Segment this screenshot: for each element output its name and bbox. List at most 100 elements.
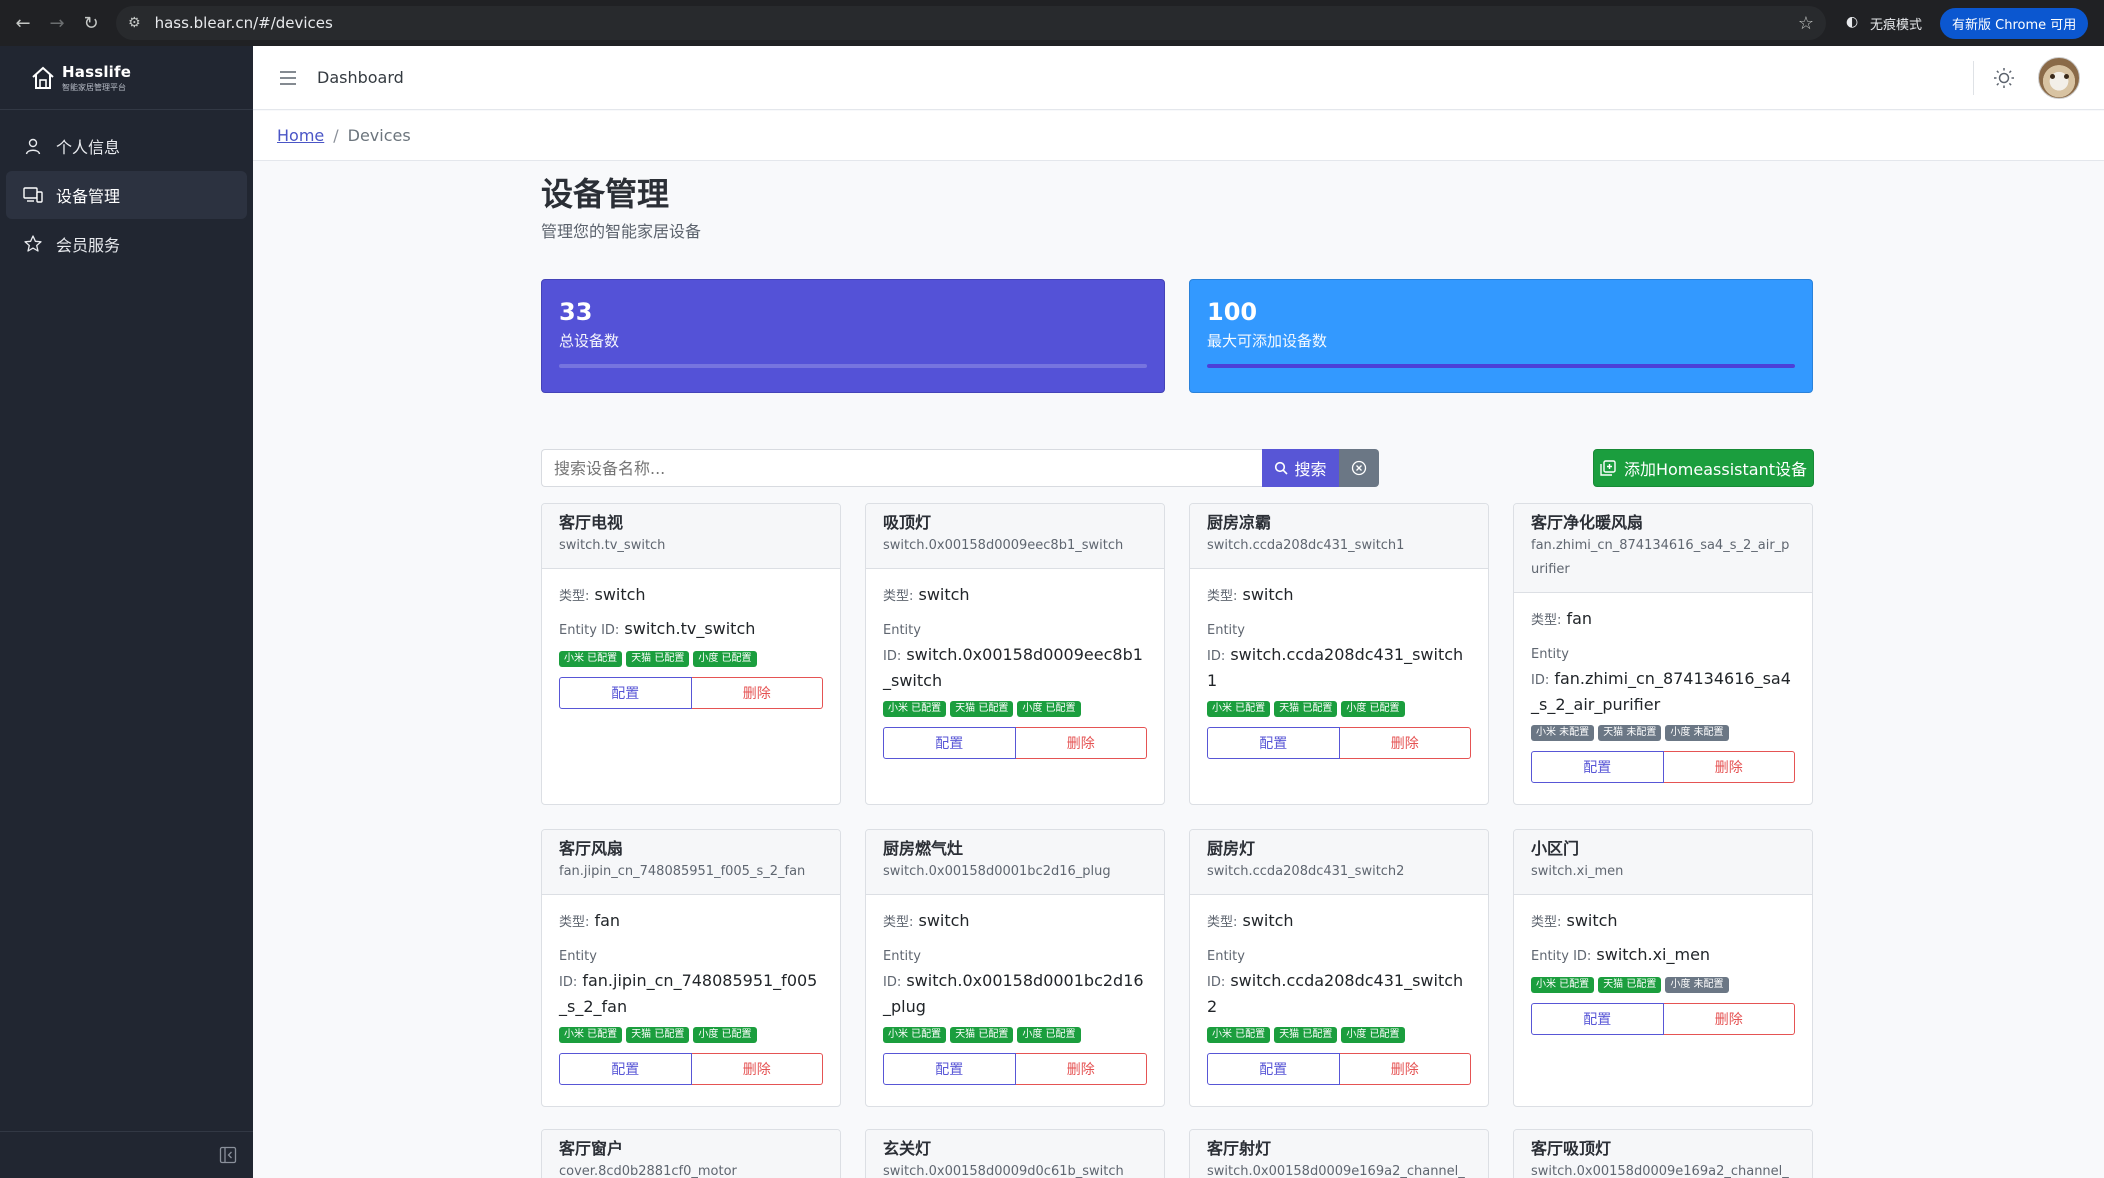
delete-button[interactable]: 删除 [1663, 1003, 1795, 1035]
device-card: 客厅窗户 cover.8cd0b2881cf0_motor [541, 1129, 841, 1178]
type-label: 类型: [559, 915, 590, 930]
site-info-icon[interactable]: ⚙ [128, 15, 141, 31]
configure-button[interactable]: 配置 [1531, 751, 1664, 783]
device-actions: 配置 删除 [1207, 727, 1471, 759]
platform-status-badge: 天猫 已配置 [626, 1027, 690, 1043]
type-label: 类型: [559, 589, 590, 604]
clear-search-button[interactable] [1339, 449, 1379, 487]
sidebar: Hasslife 智能家居管理平台 个人信息 设备管理 会员服务 [0, 46, 253, 1178]
total-devices-label: 总设备数 [559, 332, 620, 350]
entity-id-label: Entity ID: [559, 623, 620, 638]
device-card-body: 类型: switch Entity ID: switch.xi_men 小米 已配置… [1514, 895, 1812, 1035]
device-card: 客厅射灯 switch.0x00158d0009e169a2_channel_1 [1189, 1129, 1489, 1178]
platform-status-badge: 天猫 已配置 [626, 651, 690, 667]
chrome-update-button[interactable]: 有新版 Chrome 可用 [1940, 7, 2089, 39]
sidebar-item-membership[interactable]: 会员服务 [6, 220, 247, 268]
configure-button[interactable]: 配置 [883, 727, 1016, 759]
max-devices-label: 最大可添加设备数 [1207, 332, 1328, 350]
delete-button[interactable]: 删除 [1015, 727, 1147, 759]
device-card-body: 类型: switch Entity ID: switch.ccda208dc431_… [1190, 569, 1488, 759]
delete-button[interactable]: 删除 [1339, 1053, 1471, 1085]
type-label: 类型: [1531, 613, 1562, 628]
configure-button[interactable]: 配置 [559, 1053, 692, 1085]
device-entity-id: switch.0x00158d0009e169a2_channel_1 [1207, 1164, 1465, 1178]
add-device-button[interactable]: 添加Homeassistant设备 [1593, 449, 1814, 487]
configure-button[interactable]: 配置 [883, 1053, 1016, 1085]
user-icon [22, 135, 44, 157]
theme-sun-icon[interactable] [1992, 66, 2016, 90]
id-label: ID: [883, 649, 902, 664]
device-card-body: 类型: switch Entity ID: switch.ccda208dc431_… [1190, 895, 1488, 1085]
address-bar[interactable]: ⚙ hass.blear.cn/#/devices ☆ [116, 6, 1826, 40]
total-devices-value: 33 [559, 298, 593, 326]
configure-button[interactable]: 配置 [1207, 1053, 1340, 1085]
device-name: 客厅电视 [559, 513, 624, 532]
add-copy-icon [1600, 460, 1616, 476]
device-type: switch [1242, 911, 1294, 930]
platform-status-badge: 天猫 已配置 [950, 1027, 1014, 1043]
search-icon [1275, 461, 1289, 475]
device-actions: 配置 删除 [883, 727, 1147, 759]
incognito-indicator[interactable]: ◐ 无痕模式 [1846, 14, 1922, 33]
device-card: 客厅风扇 fan.jipin_cn_748085951_f005_s_2_fan 类… [541, 829, 841, 1107]
breadcrumb: Home / Devices [253, 111, 2104, 161]
avatar[interactable] [2038, 57, 2080, 99]
delete-button[interactable]: 删除 [1015, 1053, 1147, 1085]
breadcrumb-home-link[interactable]: Home [277, 126, 324, 145]
device-card: 玄关灯 switch.0x00158d0009d0c61b_switch [865, 1129, 1165, 1178]
device-entity-row: Entity ID: switch.tv_switch [559, 617, 823, 643]
entity-label: Entity [1207, 949, 1245, 964]
star-icon [22, 233, 44, 255]
device-entity-id: switch.0x00158d0001bc2d16_plug [883, 864, 1111, 879]
platform-badges: 小米 已配置 天猫 已配置 小度 已配置 [559, 651, 823, 667]
device-entity-value: fan.jipin_cn_748085951_f005_s_2_fan [559, 971, 818, 1016]
device-type-row: 类型: switch [1207, 909, 1471, 935]
platform-status-badge: 小度 已配置 [693, 1027, 757, 1043]
device-actions: 配置 删除 [1531, 751, 1795, 783]
type-label: 类型: [883, 589, 914, 604]
device-name: 吸顶灯 [883, 513, 932, 532]
device-actions: 配置 删除 [1531, 1003, 1795, 1035]
type-label: 类型: [883, 915, 914, 930]
delete-button[interactable]: 删除 [1339, 727, 1471, 759]
brand-subtitle: 智能家居管理平台 [62, 82, 126, 92]
device-type-row: 类型: switch [1531, 909, 1795, 935]
configure-button[interactable]: 配置 [559, 677, 692, 709]
bookmark-star-icon[interactable]: ☆ [1798, 13, 1814, 34]
menu-toggle-icon[interactable] [277, 67, 299, 89]
device-entity-id: cover.8cd0b2881cf0_motor [559, 1164, 737, 1178]
device-card: 厨房燃气灶 switch.0x00158d0001bc2d16_plug 类型: s… [865, 829, 1165, 1107]
device-name: 厨房灯 [1207, 839, 1256, 858]
device-entity-row: Entity ID: switch.xi_men [1531, 943, 1795, 969]
header-title[interactable]: Dashboard [317, 68, 404, 87]
platform-badges: 小米 已配置 天猫 已配置 小度 已配置 [1207, 1027, 1471, 1043]
device-card: 吸顶灯 switch.0x00158d0009eec8b1_switch 类型: s… [865, 503, 1165, 805]
entity-label: Entity [559, 949, 597, 964]
search-input[interactable] [541, 449, 1262, 487]
sidebar-item-profile[interactable]: 个人信息 [6, 122, 247, 170]
delete-button[interactable]: 删除 [691, 1053, 823, 1085]
device-card-header: 客厅风扇 fan.jipin_cn_748085951_f005_s_2_fan [542, 830, 840, 895]
delete-button[interactable]: 删除 [691, 677, 823, 709]
delete-button[interactable]: 删除 [1663, 751, 1795, 783]
back-icon[interactable]: ← [10, 10, 36, 36]
device-entity-id: switch.xi_men [1531, 864, 1624, 879]
sidebar-item-devices[interactable]: 设备管理 [6, 171, 247, 219]
reload-icon[interactable]: ↻ [78, 10, 104, 36]
search-button[interactable]: 搜索 [1262, 449, 1339, 487]
type-label: 类型: [1207, 589, 1238, 604]
brand-logo[interactable]: Hasslife 智能家居管理平台 [0, 46, 253, 110]
forward-icon[interactable]: → [44, 10, 70, 36]
device-card-body: 类型: switch Entity ID: switch.0x00158d0001b… [866, 895, 1164, 1085]
device-card: 客厅电视 switch.tv_switch 类型: switch Entity ID:… [541, 503, 841, 805]
breadcrumb-separator: / [333, 126, 339, 145]
device-card-header: 客厅净化暖风扇 fan.zhimi_cn_874134616_sa4_s_2_ai… [1514, 504, 1812, 593]
id-label: ID: [883, 975, 902, 990]
search-toolbar: 搜索 添加Homeassistant设备 [541, 449, 1814, 487]
device-entity-row: Entity ID: fan.jipin_cn_748085951_f005_s_… [559, 943, 823, 1019]
configure-button[interactable]: 配置 [1207, 727, 1340, 759]
device-entity-value: switch.0x00158d0001bc2d16_plug [883, 971, 1144, 1016]
sidebar-collapse-icon[interactable] [219, 1146, 237, 1164]
configure-button[interactable]: 配置 [1531, 1003, 1664, 1035]
device-entity-value: switch.ccda208dc431_switch1 [1207, 645, 1464, 690]
